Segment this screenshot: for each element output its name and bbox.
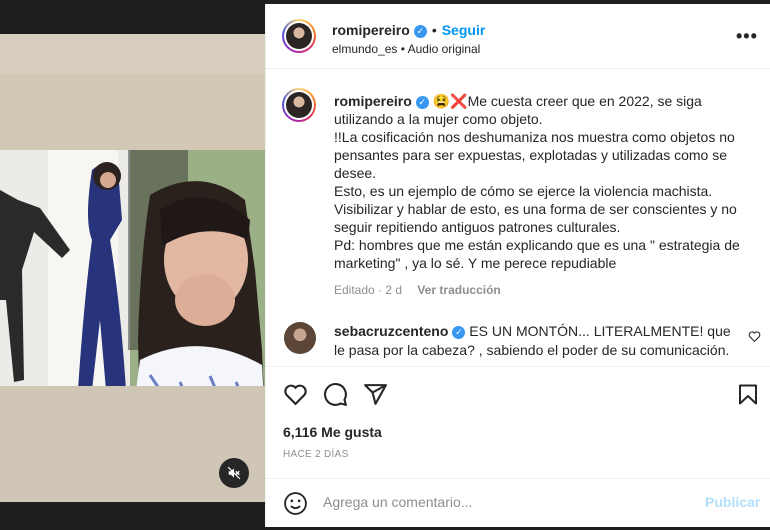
emoji-icon[interactable]	[283, 491, 308, 516]
caption-avatar[interactable]	[282, 88, 316, 122]
commenter-username[interactable]: sebacruzcenteno	[334, 323, 448, 339]
verified-icon: ✓	[452, 325, 466, 339]
verified-icon: ✓	[415, 95, 429, 109]
action-bar	[266, 366, 770, 429]
header-separator: •	[400, 42, 405, 56]
add-comment-bar: Agrega un comentario... Publicar	[266, 478, 770, 528]
caption: romipereiro ✓ 😫❌Me cuesta creer que en 20…	[334, 92, 752, 272]
audio-link[interactable]: Audio original	[408, 42, 481, 56]
share-icon[interactable]	[363, 382, 388, 407]
post-modal: romipereiro ✓ • Seguir elmundo_es • Audio o…	[0, 0, 770, 530]
caption-line-2: !!La cosificación nos deshumaniza nos mu…	[334, 129, 735, 181]
caption-line-4: Visibilizar y hablar de esto, es una for…	[334, 201, 737, 235]
heart-icon[interactable]	[283, 382, 308, 407]
commenter-avatar[interactable]	[284, 322, 316, 354]
follow-button[interactable]: Seguir	[442, 22, 486, 38]
caption-username[interactable]: romipereiro	[334, 93, 412, 109]
publish-button[interactable]: Publicar	[705, 494, 760, 510]
header-user-line: romipereiro ✓ • Seguir	[332, 22, 485, 38]
caption-line-5: Pd: hombres que me están explicando que …	[334, 237, 740, 271]
video-frame[interactable]	[0, 150, 265, 420]
edited-label: Editado · 2 d	[334, 283, 403, 297]
video-player[interactable]	[0, 34, 265, 502]
comment-icon[interactable]	[323, 382, 348, 407]
video-letterbox-top	[0, 34, 265, 74]
comment-input[interactable]: Agrega un comentario...	[323, 494, 472, 510]
post-header: romipereiro ✓ • Seguir elmundo_es • Audio o…	[266, 4, 770, 69]
bookmark-icon[interactable]	[736, 382, 760, 407]
post-panel: romipereiro ✓ • Seguir elmundo_es • Audio o…	[265, 4, 770, 527]
author-username[interactable]: romipereiro	[332, 22, 410, 38]
more-options-icon[interactable]: •••	[736, 26, 758, 47]
caption-meta: Editado · 2 d Ver traducción	[334, 283, 501, 297]
source-link[interactable]: elmundo_es	[332, 42, 397, 56]
translate-link[interactable]: Ver traducción	[417, 283, 500, 297]
caption-line-3: Esto, es un ejemplo de cómo se ejerce la…	[334, 183, 713, 199]
post-date: HACE 2 DÍAS	[283, 449, 349, 460]
caption-emojis: 😫❌	[432, 93, 468, 109]
verified-icon: ✓	[413, 24, 427, 38]
mute-button[interactable]	[219, 458, 249, 488]
muted-speaker-icon	[227, 466, 241, 480]
header-dot: •	[431, 22, 437, 38]
likes-count[interactable]: 6,116 Me gusta	[283, 424, 382, 440]
header-subline: elmundo_es • Audio original	[332, 42, 480, 56]
video-still	[0, 150, 265, 420]
author-avatar[interactable]	[282, 19, 316, 53]
comment: sebacruzcenteno ✓ ES UN MONTÓN... LITERAL…	[334, 322, 744, 360]
comment-like-icon[interactable]	[748, 330, 761, 343]
